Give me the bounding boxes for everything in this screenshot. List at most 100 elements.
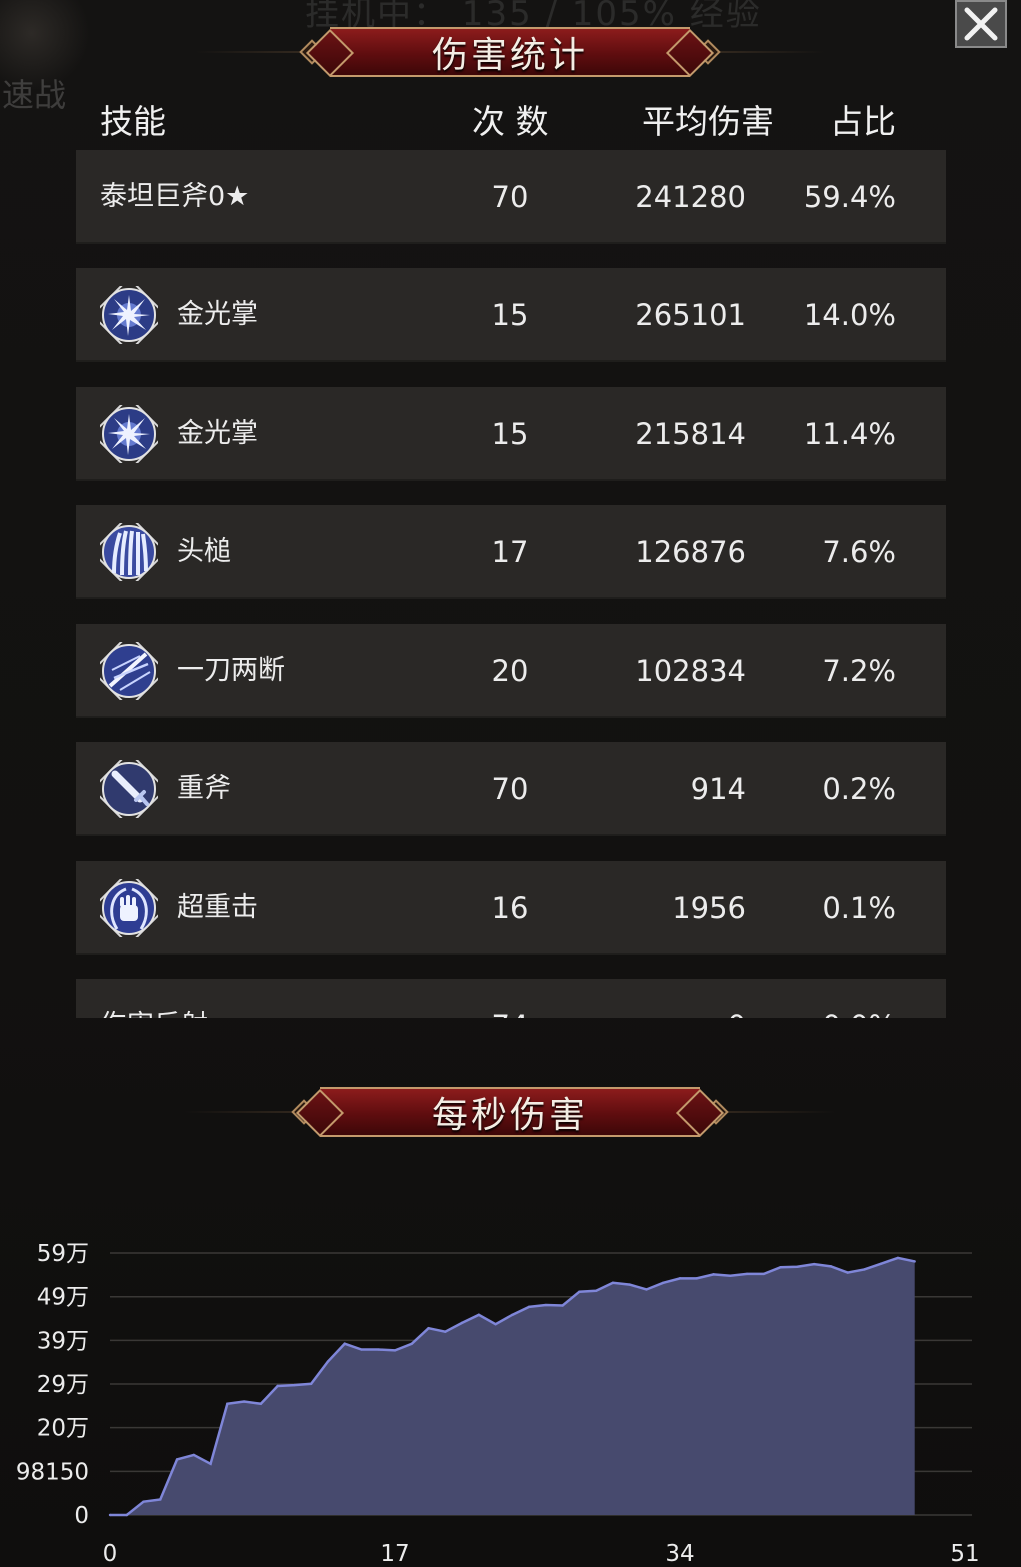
dps-point xyxy=(259,1402,263,1405)
dps-point xyxy=(913,1260,916,1263)
skill-avg-damage: 215814 xyxy=(635,417,746,451)
column-header-count: 次 数 xyxy=(472,102,549,141)
dps-point xyxy=(779,1266,782,1269)
headbutt-icon xyxy=(100,523,158,581)
skill-avg-damage: 126876 xyxy=(635,535,746,569)
dps-point xyxy=(628,1283,631,1286)
y-tick-label: 20万 xyxy=(37,1416,89,1442)
dps-point xyxy=(712,1273,715,1276)
skill-avg-damage: 265101 xyxy=(635,298,746,332)
dps-point xyxy=(527,1305,531,1309)
skill-name: 金光掌 xyxy=(177,299,258,330)
dps-title: 每秒伤害 xyxy=(431,1095,588,1136)
dps-point xyxy=(863,1268,866,1271)
dps-point xyxy=(192,1453,196,1457)
skill-list[interactable]: 泰坦巨斧0★ 70 241280 59.4% 金光掌 15 265101 14.… xyxy=(76,150,946,1018)
skill-avg-damage: 102834 xyxy=(635,654,746,688)
dps-point xyxy=(276,1384,279,1388)
x-tick-label: 0 xyxy=(103,1541,118,1567)
skill-row[interactable]: 金光掌 15 215814 11.4% xyxy=(76,387,946,481)
dps-point xyxy=(444,1330,447,1333)
dps-point xyxy=(578,1290,581,1293)
stats-table-header: 技能 次 数 平均伤害 占比 xyxy=(0,95,1021,145)
column-header-ratio: 占比 xyxy=(830,102,896,141)
dps-point xyxy=(377,1348,380,1351)
dps-point xyxy=(226,1402,229,1405)
dps-point xyxy=(326,1360,330,1363)
skill-avg-damage: 241280 xyxy=(635,180,746,214)
skill-name: 重斧 xyxy=(177,773,231,804)
skill-name: 头槌 xyxy=(177,536,231,567)
x-tick-label: 34 xyxy=(665,1541,694,1567)
skill-name: 金光掌 xyxy=(177,418,258,449)
dps-point xyxy=(561,1304,564,1307)
dps-point xyxy=(209,1462,212,1466)
column-header-skill: 技能 xyxy=(100,102,166,141)
skill-row[interactable]: 超重击 16 1956 0.1% xyxy=(76,861,946,955)
dps-point xyxy=(729,1274,732,1277)
dps-point xyxy=(309,1382,313,1385)
y-tick-label: 98150 xyxy=(16,1459,89,1485)
close-button[interactable] xyxy=(955,0,1007,48)
dps-point xyxy=(242,1400,246,1403)
dps-point xyxy=(460,1321,464,1325)
skill-ratio: 59.4% xyxy=(803,180,896,214)
skill-row[interactable]: 伤害反射 74 0 0.0% xyxy=(76,979,946,1018)
skill-ratio: 11.4% xyxy=(803,417,896,451)
dps-point xyxy=(695,1277,698,1280)
skill-count: 17 xyxy=(491,535,529,569)
skill-row[interactable]: 泰坦巨斧0★ 70 241280 59.4% xyxy=(76,150,946,244)
dps-point xyxy=(796,1265,799,1268)
super-strike-icon xyxy=(100,879,158,937)
y-tick-label: 0 xyxy=(74,1503,89,1529)
skill-count: 15 xyxy=(491,417,529,451)
close-icon xyxy=(964,7,998,41)
stats-title: 伤害统计 xyxy=(431,35,588,76)
dps-point xyxy=(142,1500,145,1503)
heavy-axe-icon xyxy=(100,760,158,818)
dps-point xyxy=(662,1281,665,1285)
column-header-avg-damage: 平均伤害 xyxy=(642,102,774,141)
y-tick-label: 39万 xyxy=(37,1328,89,1354)
skill-name: 泰坦巨斧0★ xyxy=(100,181,250,212)
dps-point xyxy=(293,1383,296,1387)
skill-name: 伤害反射 xyxy=(100,979,208,1018)
skill-ratio: 7.6% xyxy=(822,535,896,569)
dps-chart: 0 98150 20万 29万 39万 49万 59万 0 17 34 51 xyxy=(0,1160,1021,1567)
skill-name: 超重击 xyxy=(177,892,258,923)
dps-point xyxy=(360,1348,363,1351)
dps-title-banner: 每秒伤害 xyxy=(185,1086,835,1138)
dps-point xyxy=(846,1271,849,1274)
stats-title-banner: 伤害统计 xyxy=(195,26,825,78)
skill-count: 74 xyxy=(446,979,574,1018)
y-tick-label: 59万 xyxy=(37,1241,89,1267)
dps-point xyxy=(393,1349,397,1352)
dps-point xyxy=(477,1313,481,1317)
dps-point xyxy=(745,1272,749,1276)
dps-point xyxy=(175,1458,179,1461)
dps-point xyxy=(125,1513,128,1517)
dps-point xyxy=(812,1262,816,1266)
skill-ratio: 0.0% xyxy=(776,979,896,1018)
skill-row[interactable]: 重斧 70 914 0.2% xyxy=(76,742,946,836)
y-tick-label: 29万 xyxy=(37,1372,89,1398)
dps-point xyxy=(511,1313,514,1317)
dps-point xyxy=(594,1289,598,1293)
skill-row[interactable]: 金光掌 15 265101 14.0% xyxy=(76,268,946,362)
y-tick-label: 49万 xyxy=(37,1285,89,1311)
dps-point xyxy=(829,1265,833,1268)
dps-point xyxy=(108,1513,112,1517)
dps-point xyxy=(611,1281,615,1285)
skill-avg-damage: 914 xyxy=(690,772,746,806)
skill-ratio: 14.0% xyxy=(803,298,896,332)
dps-point xyxy=(343,1342,346,1345)
skill-row[interactable]: 一刀两断 20 102834 7.2% xyxy=(76,624,946,718)
dps-point xyxy=(762,1272,766,1276)
skill-name: 一刀两断 xyxy=(177,655,285,686)
skill-row[interactable]: 头槌 17 126876 7.6% xyxy=(76,505,946,599)
screen: 挂机中： 135 / 105% 经验 速战 伤害统计 技能 次 数 平均伤害 占… xyxy=(0,0,1021,1567)
skill-count: 70 xyxy=(491,772,529,806)
skill-count: 16 xyxy=(491,891,529,925)
x-tick-label: 51 xyxy=(950,1541,979,1567)
skill-ratio: 0.1% xyxy=(822,891,896,925)
